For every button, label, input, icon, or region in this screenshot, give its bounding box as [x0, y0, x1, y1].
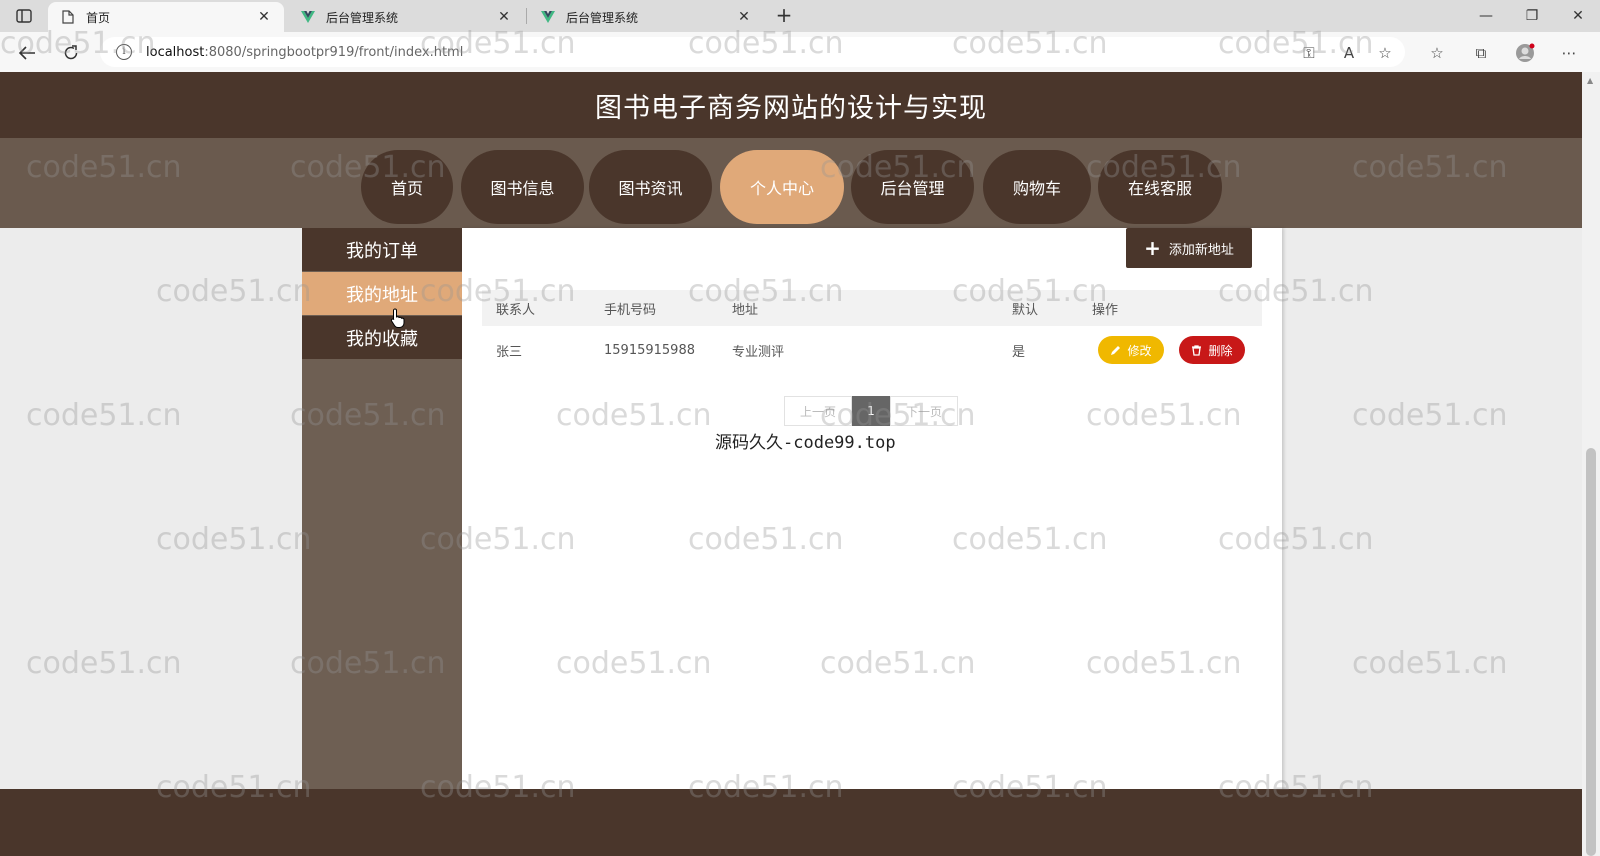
tab-admin-1[interactable]: 后台管理系统 ✕: [288, 2, 524, 32]
trash-icon: [1191, 344, 1202, 356]
close-icon[interactable]: ✕: [496, 9, 512, 25]
sidebar-toggle-icon[interactable]: [12, 6, 36, 26]
address-bar: i localhost:8080/springbootpr919/front/i…: [0, 32, 1600, 72]
current-page[interactable]: 1: [852, 396, 890, 426]
scroll-up-icon[interactable]: ▲: [1587, 76, 1595, 85]
nav-cart[interactable]: 购物车: [983, 150, 1091, 224]
add-favorite-icon[interactable]: ☆: [1372, 40, 1398, 66]
table-header: 联系人 手机号码 地址 默认 操作: [482, 290, 1262, 326]
profile-avatar-icon[interactable]: [1512, 40, 1538, 66]
tab-title: 后台管理系统: [326, 10, 399, 25]
back-icon[interactable]: [14, 40, 40, 66]
more-menu-icon[interactable]: ⋯: [1556, 40, 1582, 66]
info-icon[interactable]: i: [116, 44, 132, 60]
header-phone: 手机号码: [604, 302, 657, 318]
page-icon: [60, 9, 76, 25]
header-default: 默认: [1012, 302, 1039, 318]
header-address: 地址: [732, 302, 759, 318]
sidebar-item-favorites[interactable]: 我的收藏: [302, 316, 462, 359]
nav-user-center[interactable]: 个人中心: [720, 150, 844, 224]
address-table: 联系人 手机号码 地址 默认 操作 张三 15915915988 专业测评 是 …: [482, 290, 1262, 374]
header-contact: 联系人: [496, 302, 536, 318]
hand-cursor-icon: [390, 308, 406, 332]
source-overlay-text: 源码久久-code99.top: [715, 433, 896, 453]
cell-address: 专业测评: [732, 344, 785, 360]
close-icon[interactable]: ✕: [736, 9, 752, 25]
user-center-sidebar: 我的订单 我的地址 我的收藏: [302, 228, 462, 856]
page-viewport: 图书电子商务网站的设计与实现 首页 图书信息 图书资讯 个人中心 后台管理 购物…: [0, 72, 1582, 856]
cell-contact: 张三: [496, 344, 523, 360]
nav-book-info[interactable]: 图书信息: [461, 150, 584, 224]
pagination: 上一页 1 下一页: [784, 396, 958, 426]
key-icon[interactable]: ⚿: [1296, 40, 1322, 66]
table-row: 张三 15915915988 专业测评 是 修改 删除: [482, 326, 1262, 374]
vue-logo-icon: [300, 9, 316, 25]
site-title: 图书电子商务网站的设计与实现: [595, 92, 987, 124]
tab-title: 首页: [86, 10, 111, 25]
site-header: 图书电子商务网站的设计与实现: [0, 72, 1582, 138]
sidebar-item-addresses[interactable]: 我的地址: [302, 272, 462, 315]
close-icon[interactable]: ✕: [256, 9, 272, 25]
url-field[interactable]: i localhost:8080/springbootpr919/front/i…: [100, 37, 1405, 67]
prev-page-button[interactable]: 上一页: [784, 396, 852, 426]
header-actions: 操作: [1092, 302, 1119, 318]
window-close-icon[interactable]: ✕: [1558, 4, 1598, 28]
favorites-icon[interactable]: ☆: [1424, 40, 1450, 66]
delete-button[interactable]: 删除: [1179, 336, 1245, 364]
vue-logo-icon: [540, 9, 556, 25]
scrollbar-thumb[interactable]: [1586, 448, 1596, 856]
new-tab-icon[interactable]: +: [772, 4, 796, 28]
address-panel: + 添加新地址 联系人 手机号码 地址 默认 操作 张三 15915915988…: [462, 228, 1282, 856]
edit-button[interactable]: 修改: [1098, 336, 1164, 364]
nav-online-service[interactable]: 在线客服: [1098, 150, 1222, 224]
next-page-button[interactable]: 下一页: [890, 396, 958, 426]
collections-icon[interactable]: ⧉: [1468, 40, 1494, 66]
cell-phone: 15915915988: [604, 342, 695, 358]
tab-home[interactable]: 首页 ✕: [48, 2, 284, 32]
sidebar-item-orders[interactable]: 我的订单: [302, 228, 462, 271]
read-aloud-icon[interactable]: A: [1336, 40, 1362, 66]
page-scrollbar[interactable]: ▲: [1582, 72, 1600, 856]
tab-admin-2[interactable]: 后台管理系统 ✕: [528, 2, 764, 32]
nav-admin[interactable]: 后台管理: [851, 150, 974, 224]
nav-book-news[interactable]: 图书资讯: [589, 150, 712, 224]
tab-title: 后台管理系统: [566, 10, 639, 25]
cell-default: 是: [1012, 344, 1026, 360]
browser-tab-bar: 首页 ✕ 后台管理系统 ✕ 后台管理系统 ✕ + — ❐ ✕: [0, 0, 1600, 32]
nav-home[interactable]: 首页: [361, 150, 453, 224]
add-address-button[interactable]: + 添加新地址: [1126, 228, 1252, 268]
plus-icon: +: [1144, 236, 1161, 260]
site-footer: [0, 789, 1582, 856]
refresh-icon[interactable]: [58, 40, 84, 66]
minimize-icon[interactable]: —: [1466, 4, 1506, 28]
pencil-icon: [1110, 345, 1121, 356]
restore-icon[interactable]: ❐: [1512, 4, 1552, 28]
main-nav: 首页 图书信息 图书资讯 个人中心 后台管理 购物车 在线客服: [0, 138, 1582, 228]
